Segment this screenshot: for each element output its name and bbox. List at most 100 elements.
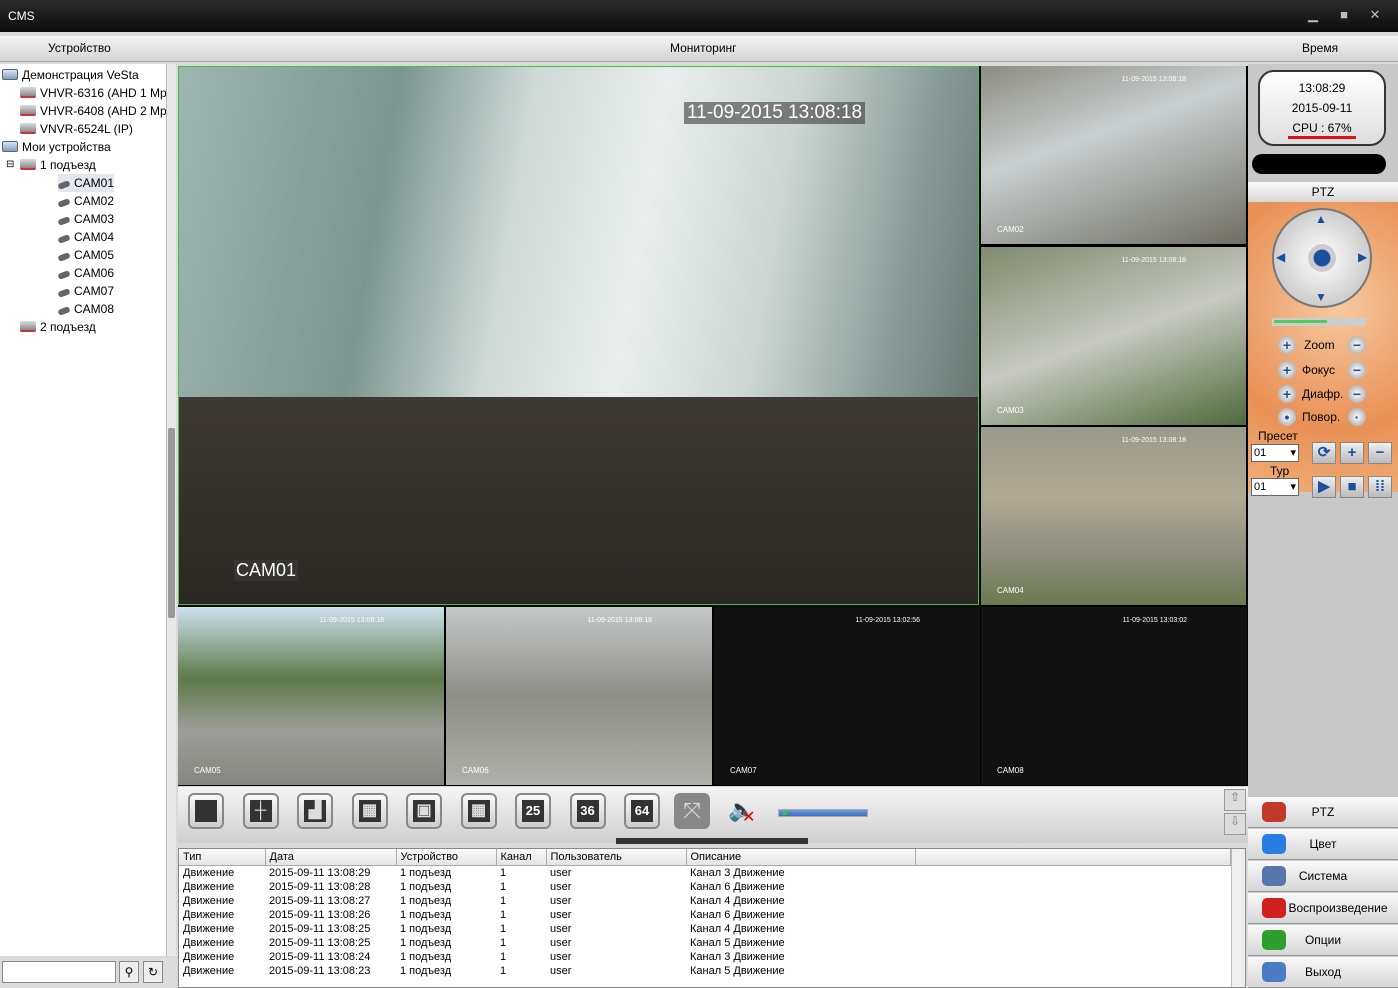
video-tile-cam04[interactable]: 11-09-2015 13:08:18 CAM04	[981, 427, 1246, 605]
ptz-right-arrow[interactable]: ▶	[1358, 250, 1367, 264]
ptz-icon	[1262, 802, 1286, 822]
close-button[interactable]: ✕	[1368, 8, 1382, 22]
video-tile-cam05[interactable]: 11-09-2015 13:08:18 CAM05	[178, 607, 444, 785]
video-tile-cam03[interactable]: 11-09-2015 13:08:18 CAM03	[981, 247, 1246, 425]
zoom-in-button[interactable]: +	[1278, 336, 1296, 354]
event-row[interactable]: Движение 2015-09-11 13:08:26 1 подъезд 1 use…	[179, 908, 1231, 922]
event-type: Движение	[183, 950, 235, 963]
col-channel[interactable]: Канал	[496, 849, 547, 866]
tour-select[interactable]: 01	[1251, 478, 1299, 496]
minimize-button[interactable]: ▁	[1306, 8, 1320, 22]
layout-16-button[interactable]: ▦	[460, 793, 497, 829]
ptz-speed-slider[interactable]	[1272, 318, 1366, 326]
iris-minus-button[interactable]: −	[1348, 385, 1366, 403]
col-type[interactable]: Тип	[179, 849, 266, 866]
ptz-center-button[interactable]	[1308, 244, 1336, 272]
refresh-button[interactable]: ↻	[143, 961, 163, 983]
event-device: 1 подъезд	[400, 894, 452, 907]
nav-ptz-button[interactable]: PTZ	[1248, 797, 1398, 828]
tree-item-2-подъезд[interactable]: 2 подъезд	[20, 318, 96, 336]
preset-select[interactable]: 01	[1251, 444, 1299, 462]
col-description[interactable]: Описание	[686, 849, 916, 866]
panel-collapse-handle[interactable]	[616, 838, 808, 844]
zoom-out-button[interactable]: −	[1348, 336, 1366, 354]
iris-plus-button[interactable]: +	[1278, 385, 1296, 403]
nav-options-button[interactable]: Опции	[1248, 925, 1398, 956]
tree-item-cam03[interactable]: CAM03	[57, 210, 114, 228]
volume-slider[interactable]	[778, 809, 868, 817]
tree-item-vhvr-6408-ahd-2-mp[interactable]: VHVR-6408 (AHD 2 Mp	[20, 102, 167, 120]
tree-item-cam07[interactable]: CAM07	[57, 282, 114, 300]
event-row[interactable]: Движение 2015-09-11 13:08:25 1 подъезд 1 use…	[179, 936, 1231, 950]
tree-item-демонстрация-vesta[interactable]: Демонстрация VeSta	[2, 66, 139, 84]
event-row[interactable]: Движение 2015-09-11 13:08:28 1 подъезд 1 use…	[179, 880, 1231, 894]
tree-item-vnvr-6524l-ip-[interactable]: VNVR-6524L (IP)	[20, 120, 133, 138]
tree-item-1-подъезд[interactable]: ⊟ 1 подъезд	[6, 156, 96, 174]
device-tree: Демонстрация VeSta VHVR-6316 (AHD 1 Mp VHV…	[0, 64, 167, 956]
event-type: Движение	[183, 936, 235, 949]
event-row[interactable]: Движение 2015-09-11 13:08:25 1 подъезд 1 use…	[179, 922, 1231, 936]
video-tile-cam02[interactable]: 11-09-2015 13:08:18 CAM02	[981, 66, 1246, 244]
ptz-left-arrow[interactable]: ◀	[1276, 250, 1285, 264]
layout-36-button[interactable]: 36	[569, 793, 606, 829]
main-video-cam01[interactable]: 11-09-2015 13:08:18 CAM01	[178, 66, 979, 605]
preset-goto-button[interactable]: ⟳	[1312, 442, 1336, 464]
tour-grid-button[interactable]: ⁞⁞	[1368, 476, 1392, 498]
tree-item-cam05[interactable]: CAM05	[57, 246, 114, 264]
tree-item-cam01[interactable]: CAM01	[57, 174, 115, 192]
video-tile-cam06[interactable]: 11-09-2015 13:08:18 CAM06	[446, 607, 712, 785]
search-button[interactable]: ⚲	[119, 961, 139, 983]
event-type: Движение	[183, 894, 235, 907]
collapse-icon[interactable]: ⊟	[6, 156, 14, 174]
nav-color-button[interactable]: Цвет	[1248, 829, 1398, 860]
preset-add-button[interactable]: +	[1340, 442, 1364, 464]
tour-play-button[interactable]: ▶	[1312, 476, 1336, 498]
scroll-down-button[interactable]: ⇩	[1224, 813, 1246, 835]
fullscreen-button[interactable]: ⤧	[674, 793, 710, 829]
layout-25-button[interactable]: 25	[515, 793, 551, 829]
layout-64-button[interactable]: 64	[624, 793, 660, 829]
event-row[interactable]: Движение 2015-09-11 13:08:29 1 подъезд 1 use…	[179, 865, 1231, 880]
tree-item-cam04[interactable]: CAM04	[57, 228, 114, 246]
scroll-up-button[interactable]: ⇧	[1224, 789, 1246, 811]
event-row[interactable]: Движение 2015-09-11 13:08:27 1 подъезд 1 use…	[179, 894, 1231, 908]
maximize-button[interactable]: ■	[1337, 8, 1351, 22]
col-device[interactable]: Устройство	[396, 849, 497, 866]
ptz-down-arrow[interactable]: ▼	[1315, 290, 1327, 304]
video-tile-cam08[interactable]: 11-09-2015 13:03:02 CAM08	[981, 607, 1247, 785]
tour-stop-button[interactable]: ■	[1340, 476, 1364, 498]
device-search-input[interactable]	[2, 961, 116, 983]
tree-item-cam06[interactable]: CAM06	[57, 264, 114, 282]
nav-exit-button[interactable]: Выход	[1248, 957, 1398, 988]
tree-item-cam02[interactable]: CAM02	[57, 192, 114, 210]
col-date[interactable]: Дата	[265, 849, 397, 866]
layout-9-button[interactable]: ▣	[406, 793, 442, 829]
layout-1-button[interactable]	[188, 793, 224, 829]
event-row[interactable]: Движение 2015-09-11 13:08:24 1 подъезд 1 use…	[179, 950, 1231, 964]
tree-item-vhvr-6316-ahd-1-mp[interactable]: VHVR-6316 (AHD 1 Mp	[20, 84, 167, 102]
speaker-muted-icon[interactable]: 🔈 ✕	[728, 797, 755, 826]
video-tile-cam07[interactable]: 11-09-2015 13:02:56 CAM07	[714, 607, 980, 785]
tree-item-мои-устройства[interactable]: Мои устройства	[2, 138, 111, 156]
event-device: 1 подъезд	[400, 964, 452, 977]
ptz-direction-pad[interactable]: ▲ ▼ ◀ ▶	[1272, 208, 1372, 308]
tree-scrollbar[interactable]	[166, 64, 176, 956]
col-user[interactable]: Пользователь	[546, 849, 687, 866]
focus-plus-button[interactable]: +	[1278, 361, 1296, 379]
layout-8-button[interactable]: ▦	[351, 793, 388, 829]
preset-remove-button[interactable]: −	[1368, 442, 1392, 464]
tree-item-cam08[interactable]: CAM08	[57, 300, 114, 318]
volume-slider-thumb[interactable]	[783, 811, 788, 815]
focus-minus-button[interactable]: −	[1348, 361, 1366, 379]
rotate-right-button[interactable]: ·	[1348, 408, 1366, 426]
event-log-scrollbar[interactable]	[1231, 849, 1245, 987]
ptz-up-arrow[interactable]: ▲	[1315, 212, 1327, 226]
nav-system-button[interactable]: Система	[1248, 861, 1398, 892]
nav-playback-button[interactable]: Воспроизведение	[1248, 893, 1398, 924]
camera-icon	[57, 198, 71, 208]
event-row[interactable]: Движение 2015-09-11 13:08:23 1 подъезд 1 use…	[179, 964, 1231, 978]
layout-4-button[interactable]: ┼	[242, 793, 279, 829]
scrollbar-thumb[interactable]	[168, 428, 175, 618]
rotate-left-button[interactable]: •	[1278, 408, 1296, 426]
layout-6-button[interactable]: ▟	[297, 793, 333, 829]
